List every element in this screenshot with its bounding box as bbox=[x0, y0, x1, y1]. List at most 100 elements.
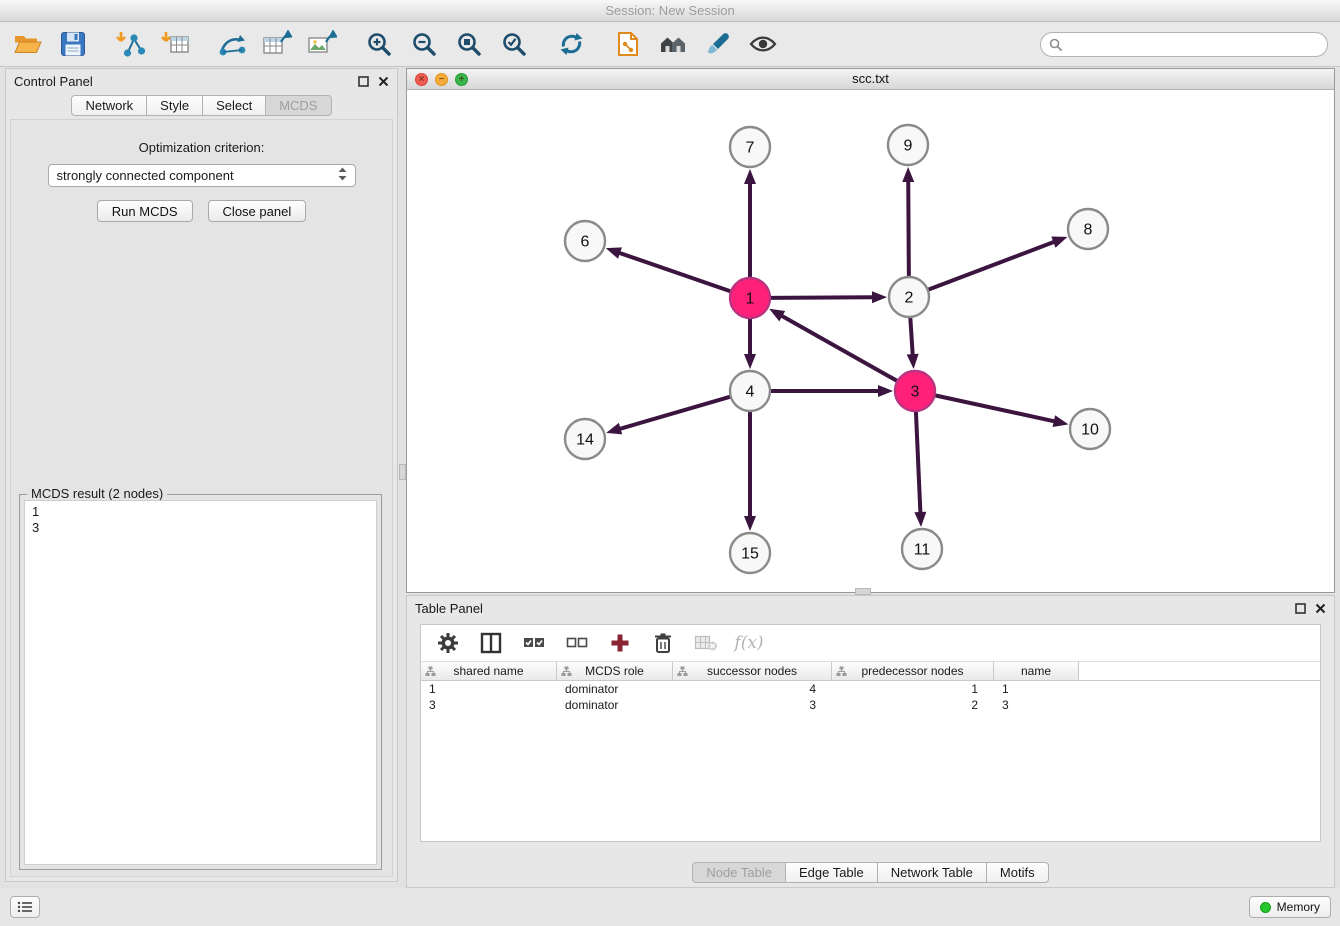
cell-predecessor-nodes[interactable]: 2 bbox=[832, 698, 994, 712]
float-panel-icon[interactable] bbox=[1295, 603, 1306, 614]
table-settings-button[interactable] bbox=[435, 630, 461, 656]
search-input[interactable] bbox=[1040, 32, 1328, 57]
graph-edge-1-2[interactable] bbox=[770, 297, 872, 298]
close-window-icon[interactable] bbox=[415, 73, 428, 86]
graph-edge-4-14[interactable] bbox=[621, 397, 731, 429]
tab-node-table[interactable]: Node Table bbox=[692, 862, 786, 883]
criterion-select[interactable]: strongly connected component bbox=[48, 164, 356, 187]
column-label: predecessor nodes bbox=[861, 664, 963, 678]
graph-edge-arrowhead bbox=[872, 291, 887, 303]
column-header-shared-name[interactable]: shared name bbox=[421, 662, 557, 680]
export-network-icon bbox=[218, 30, 246, 58]
apply-layout-button[interactable] bbox=[555, 28, 587, 60]
tab-edge-table[interactable]: Edge Table bbox=[786, 862, 878, 883]
export-network-button[interactable] bbox=[216, 28, 248, 60]
graph-edge-3-11[interactable] bbox=[916, 411, 920, 512]
graph-edge-3-10[interactable] bbox=[935, 395, 1054, 421]
eye-icon bbox=[749, 32, 777, 56]
zoom-in-button[interactable] bbox=[363, 28, 395, 60]
graph-node-label: 15 bbox=[741, 546, 759, 563]
function-builder-button[interactable]: f(x) bbox=[736, 630, 762, 656]
show-panel-list-button[interactable] bbox=[10, 896, 40, 918]
home-networks-button[interactable] bbox=[657, 28, 689, 60]
import-table-button[interactable] bbox=[159, 28, 191, 60]
graph-node-label: 9 bbox=[904, 138, 913, 155]
export-table-button[interactable] bbox=[261, 28, 293, 60]
graph-edge-arrowhead bbox=[744, 516, 756, 531]
cell-shared-name[interactable]: 3 bbox=[421, 698, 557, 712]
zoom-selected-button[interactable] bbox=[498, 28, 530, 60]
export-group bbox=[216, 28, 338, 60]
cell-mcds-role[interactable]: dominator bbox=[557, 698, 673, 712]
document-network-button[interactable] bbox=[612, 28, 644, 60]
select-all-columns-button[interactable] bbox=[521, 630, 547, 656]
delete-row-button[interactable] bbox=[650, 630, 676, 656]
mcds-result-content[interactable]: 1 3 bbox=[24, 500, 377, 865]
column-header-predecessor-nodes[interactable]: predecessor nodes bbox=[832, 662, 994, 680]
graph-node-label: 10 bbox=[1081, 422, 1099, 439]
graph-node-label: 8 bbox=[1084, 222, 1093, 239]
graph-edge-2-3[interactable] bbox=[910, 317, 912, 354]
cell-name[interactable]: 3 bbox=[994, 698, 1079, 712]
cell-predecessor-nodes[interactable]: 1 bbox=[832, 682, 994, 696]
show-hide-button[interactable] bbox=[747, 28, 779, 60]
cell-successor-nodes[interactable]: 3 bbox=[673, 698, 832, 712]
network-canvas[interactable]: 7968124314101511 bbox=[407, 90, 1334, 593]
column-header-successor-nodes[interactable]: successor nodes bbox=[673, 662, 832, 680]
optimization-criterion-label: Optimization criterion: bbox=[11, 140, 392, 155]
open-file-button[interactable] bbox=[12, 28, 44, 60]
close-panel-icon[interactable] bbox=[1315, 603, 1326, 614]
window-titlebar: Session: New Session bbox=[0, 0, 1340, 22]
close-panel-icon[interactable] bbox=[378, 76, 389, 87]
delete-table-button[interactable] bbox=[693, 630, 719, 656]
memory-button[interactable]: Memory bbox=[1249, 896, 1331, 918]
cell-mcds-role[interactable]: dominator bbox=[557, 682, 673, 696]
main-toolbar bbox=[0, 22, 1340, 67]
export-image-button[interactable] bbox=[306, 28, 338, 60]
graph-edge-2-9[interactable] bbox=[908, 182, 909, 277]
column-header-mcds-role[interactable]: MCDS role bbox=[557, 662, 673, 680]
window-controls bbox=[415, 73, 468, 86]
float-panel-icon[interactable] bbox=[358, 76, 369, 87]
graph-edge-3-1[interactable] bbox=[782, 316, 897, 381]
table-row[interactable]: 3 dominator 3 2 3 bbox=[421, 697, 1320, 713]
tab-motifs[interactable]: Motifs bbox=[987, 862, 1049, 883]
export-table-icon bbox=[262, 30, 292, 58]
graph-edge-1-6[interactable] bbox=[620, 253, 731, 291]
zoom-out-button[interactable] bbox=[408, 28, 440, 60]
column-header-name[interactable]: name bbox=[994, 662, 1079, 680]
splitter-handle-vertical[interactable] bbox=[399, 464, 406, 480]
list-icon bbox=[17, 901, 33, 913]
column-view-button[interactable] bbox=[478, 630, 504, 656]
save-session-button[interactable] bbox=[57, 28, 89, 60]
splitter-handle-horizontal[interactable] bbox=[855, 588, 871, 595]
tab-style[interactable]: Style bbox=[147, 95, 203, 116]
cell-name[interactable]: 1 bbox=[994, 682, 1079, 696]
unselect-all-columns-button[interactable] bbox=[564, 630, 590, 656]
table-toolbar: f(x) bbox=[421, 625, 1320, 662]
close-panel-button[interactable]: Close panel bbox=[208, 200, 307, 222]
document-network-icon bbox=[616, 31, 640, 57]
tab-network[interactable]: Network bbox=[71, 95, 147, 116]
run-mcds-button[interactable]: Run MCDS bbox=[97, 200, 193, 222]
add-row-button[interactable] bbox=[607, 630, 633, 656]
tab-network-table[interactable]: Network Table bbox=[878, 862, 987, 883]
graph-edge-arrowhead bbox=[907, 354, 919, 369]
zoom-window-icon[interactable] bbox=[455, 73, 468, 86]
network-window-titlebar[interactable]: scc.txt bbox=[407, 69, 1334, 90]
column-label: shared name bbox=[453, 664, 523, 678]
style-brush-button[interactable] bbox=[702, 28, 734, 60]
gear-icon bbox=[437, 632, 459, 654]
cell-successor-nodes[interactable]: 4 bbox=[673, 682, 832, 696]
tab-mcds[interactable]: MCDS bbox=[266, 95, 331, 116]
status-bar: Memory bbox=[0, 888, 1340, 926]
minimize-window-icon[interactable] bbox=[435, 73, 448, 86]
table-row[interactable]: 1 dominator 4 1 1 bbox=[421, 681, 1320, 697]
tab-select[interactable]: Select bbox=[203, 95, 266, 116]
cell-shared-name[interactable]: 1 bbox=[421, 682, 557, 696]
import-network-icon bbox=[115, 30, 145, 58]
zoom-fit-button[interactable] bbox=[453, 28, 485, 60]
import-network-button[interactable] bbox=[114, 28, 146, 60]
mcds-result-line: 1 bbox=[32, 504, 369, 520]
graph-edge-2-8[interactable] bbox=[928, 242, 1054, 290]
